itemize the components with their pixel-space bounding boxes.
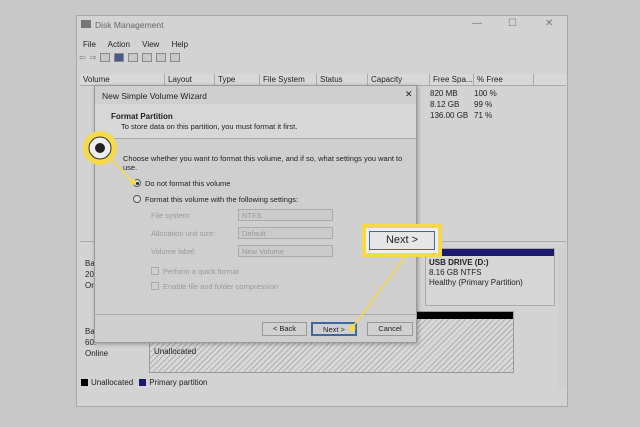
radio-selected-zoom-icon xyxy=(95,143,105,153)
callout-dot-next xyxy=(348,324,356,332)
callout-overlay xyxy=(83,131,406,332)
next-callout: Next > xyxy=(362,224,442,257)
callout-line-next xyxy=(351,256,406,329)
callout-dot-radio xyxy=(130,179,136,185)
callout-line-radio xyxy=(109,157,134,183)
